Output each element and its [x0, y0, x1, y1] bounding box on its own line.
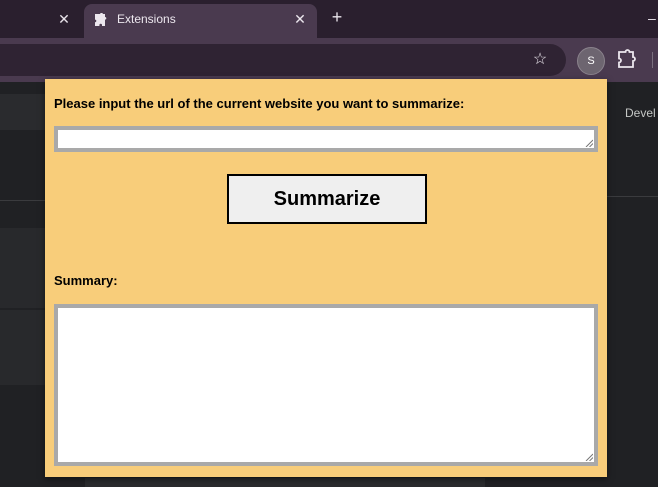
- address-bar[interactable]: [0, 44, 566, 76]
- extension-popup: Please input the url of the current webs…: [45, 79, 607, 477]
- tab-title: Extensions: [117, 12, 176, 26]
- resize-grip-icon[interactable]: [585, 453, 593, 461]
- minimize-window-button[interactable]: –: [648, 8, 658, 28]
- summary-output[interactable]: [54, 304, 598, 466]
- background-card: [85, 478, 485, 487]
- background-divider: [607, 196, 658, 197]
- summary-label: Summary:: [54, 273, 118, 288]
- close-tab-icon[interactable]: ✕: [291, 10, 309, 28]
- bookmark-star-icon[interactable]: ☆: [530, 50, 550, 70]
- toolbar-separator: [652, 52, 653, 68]
- background-partial-text: Devel: [625, 106, 656, 120]
- puzzle-icon: [95, 13, 107, 26]
- background-header-strip: [0, 94, 45, 130]
- url-prompt-label: Please input the url of the current webs…: [54, 96, 465, 111]
- tab-strip: ✕ Extensions ✕ + –: [0, 0, 658, 38]
- resize-grip-icon[interactable]: [585, 139, 593, 147]
- extensions-icon[interactable]: [614, 49, 638, 71]
- background-card: [0, 310, 45, 385]
- profile-avatar[interactable]: S: [577, 47, 605, 75]
- summarize-button[interactable]: Summarize: [227, 174, 427, 224]
- new-tab-button[interactable]: +: [327, 7, 347, 27]
- tab-extensions[interactable]: Extensions ✕: [84, 4, 317, 38]
- background-divider: [0, 200, 45, 201]
- url-input[interactable]: [54, 126, 598, 152]
- browser-toolbar: ☆ S: [0, 38, 658, 82]
- inactive-tab-close-icon[interactable]: ✕: [55, 10, 73, 28]
- background-card: [0, 228, 45, 308]
